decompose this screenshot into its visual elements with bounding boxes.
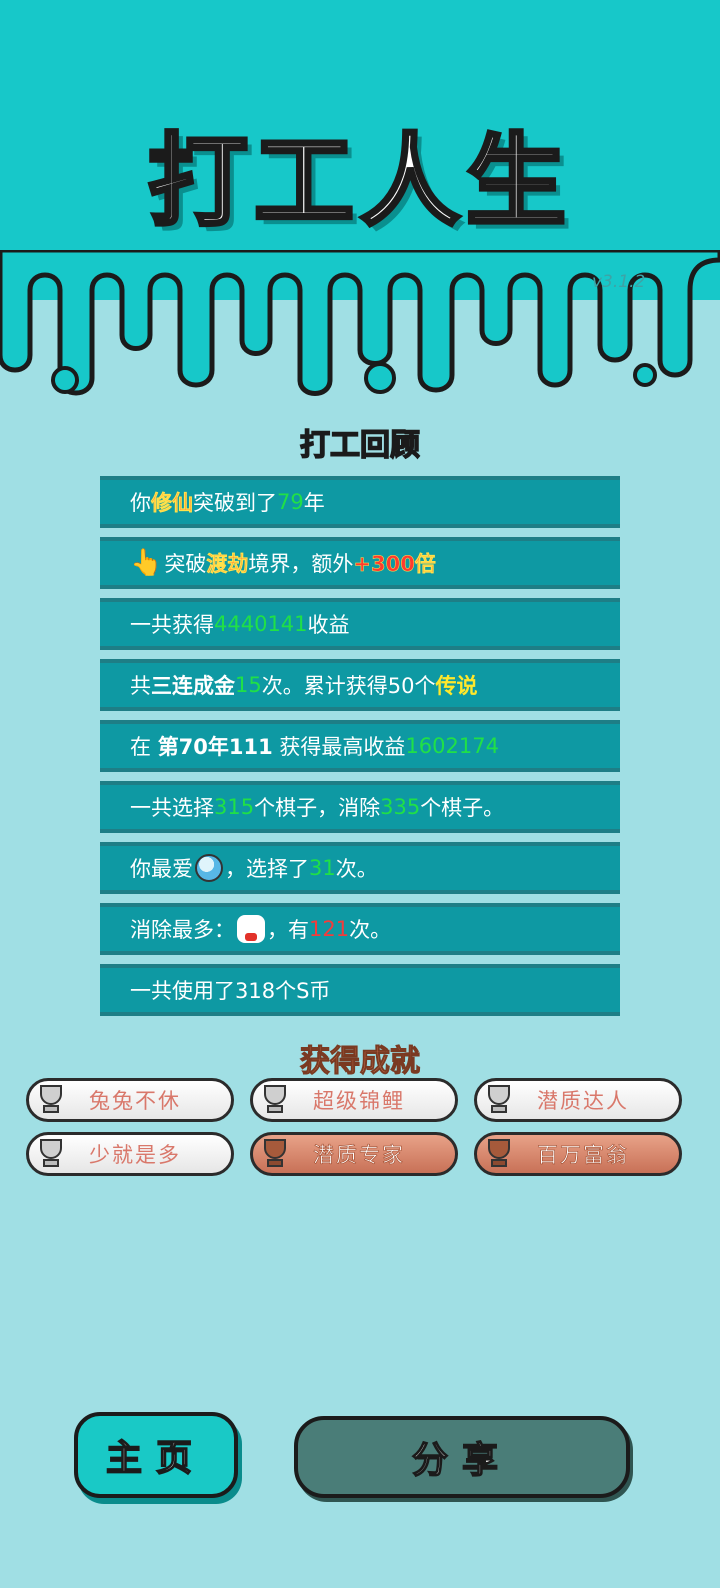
row-text: 你: [130, 491, 151, 515]
achievement-badge[interactable]: 超级锦鲤: [250, 1078, 458, 1122]
row-number: 31: [309, 856, 336, 880]
row-number: 15: [235, 673, 262, 697]
row-text: 获得最高收益: [272, 735, 406, 759]
row-number: 335: [380, 795, 421, 819]
app-title: 打工人生: [146, 121, 572, 242]
row-text: 你最爱: [130, 857, 193, 881]
trophy-icon: [37, 1085, 65, 1115]
row-number: 315: [214, 795, 255, 819]
row-text: 一共获得: [130, 613, 214, 637]
row-highlight: +300倍: [353, 552, 436, 577]
review-row-pieces: 一共选择 315 个棋子，消除 335 个棋子。: [100, 781, 620, 833]
version-label: v3.1.2: [592, 272, 646, 292]
review-row-triple-gold: 共 三连成金 15 次。累计获得 50个 传说: [100, 659, 620, 711]
trophy-icon: [37, 1139, 65, 1169]
row-text: 三连成金: [151, 674, 235, 698]
achievement-label: 百万富翁: [537, 1143, 629, 1168]
review-row-breakthrough: 👆 突破 渡劫 境界，额外 +300倍: [100, 537, 620, 589]
achievement-badge[interactable]: 兔兔不休: [26, 1078, 234, 1122]
achievement-label: 超级锦鲤: [313, 1089, 405, 1113]
row-text: 境界，额外: [248, 552, 354, 576]
trophy-icon: [485, 1139, 513, 1169]
achievement-badge[interactable]: 少就是多: [26, 1132, 234, 1176]
achievement-label: 兔兔不休: [89, 1089, 181, 1113]
row-text: 次。: [335, 857, 378, 881]
ball-icon: [195, 854, 223, 882]
row-highlight: 渡劫: [206, 552, 249, 577]
row-text: 年: [303, 491, 325, 515]
review-row-favorite: 你最爱 ，选择了 31 次。: [100, 842, 620, 894]
row-text: 个棋子。: [420, 796, 505, 820]
achievement-badge[interactable]: 百万富翁: [474, 1132, 682, 1176]
review-row-total-income: 一共获得 4440141 收益: [100, 598, 620, 650]
review-list: 你 修仙 突破到了 79 年 👆 突破 渡劫 境界，额外 +300倍 一共获得 …: [100, 476, 620, 1025]
row-text: 第70年111: [157, 735, 273, 759]
row-text: ，选择了: [225, 857, 309, 881]
row-number: 1602174: [405, 734, 499, 758]
review-row-coins: 一共使用了318个S币: [100, 964, 620, 1016]
row-text: 50个: [387, 674, 436, 698]
trophy-icon: [485, 1085, 513, 1115]
achievements-title: 获得成就: [300, 1044, 421, 1080]
row-highlight: 修仙: [151, 491, 194, 516]
row-text: 一共选择: [130, 796, 214, 820]
achievement-label: 潜质专家: [313, 1143, 405, 1168]
row-text: 次。累计获得: [261, 674, 388, 698]
row-text: 在: [130, 735, 158, 759]
review-row-cultivation: 你 修仙 突破到了 79 年: [100, 476, 620, 528]
achievement-label: 潜质达人: [537, 1089, 629, 1113]
row-text: 个棋子，消除: [254, 796, 381, 820]
row-text: 突破: [164, 552, 207, 576]
review-row-most-eliminated: 消除最多： ，有 121 次。: [100, 903, 620, 955]
row-number: 121: [309, 917, 350, 941]
rabbit-icon: [237, 915, 265, 943]
row-number: 4440141: [214, 612, 308, 636]
row-text: 共: [130, 674, 151, 698]
achievement-badge[interactable]: 潜质达人: [474, 1078, 682, 1122]
review-title: 打工回顾: [299, 427, 421, 464]
pointing-hand-icon: 👆: [130, 548, 163, 578]
row-text: 突破到了: [193, 491, 277, 515]
row-text: ，有: [267, 918, 309, 942]
achievement-badge[interactable]: 潜质专家: [250, 1132, 458, 1176]
achievement-label: 少就是多: [89, 1143, 181, 1167]
row-highlight: 传说: [435, 674, 478, 698]
trophy-icon: [261, 1085, 289, 1115]
home-button[interactable]: 主页: [74, 1412, 238, 1498]
row-text: 次。: [349, 918, 392, 942]
row-text: 一共使用了318个S币: [130, 979, 331, 1003]
trophy-icon: [261, 1139, 289, 1169]
share-button[interactable]: 分享: [294, 1416, 630, 1498]
results-screen: 打工人生 v3.1.2 打工回顾 你 修仙 突破到了 79 年 👆 突破 渡劫 …: [0, 0, 720, 1588]
row-number: 79: [277, 490, 304, 514]
row-text: 收益: [307, 613, 350, 637]
review-row-highest-income: 在 第70年111 获得最高收益 1602174: [100, 720, 620, 772]
row-text: 消除最多：: [130, 918, 235, 942]
